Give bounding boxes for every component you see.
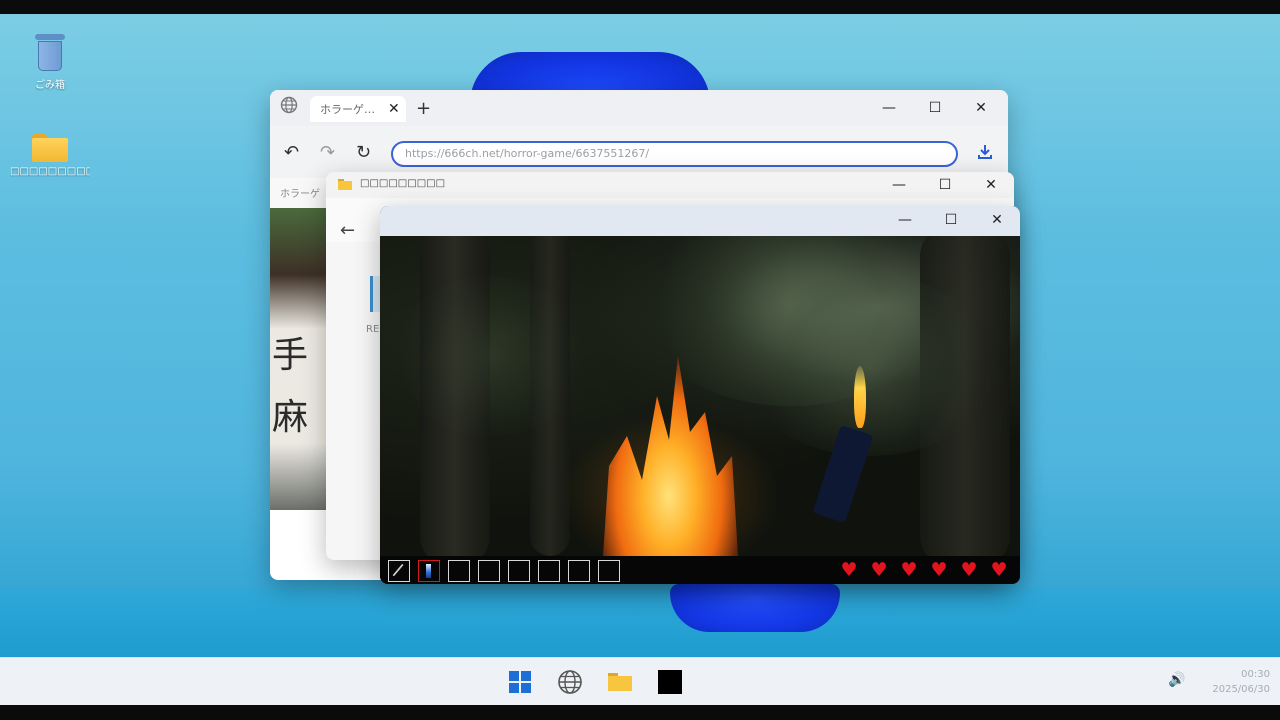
maximize-button[interactable]: ☐ xyxy=(922,172,968,199)
foliage xyxy=(740,276,1000,456)
game-hud: ♥ ♥ ♥ ♥ ♥ ♥ xyxy=(380,556,1020,584)
file-label: RE xyxy=(366,324,379,335)
folder-icon xyxy=(338,179,352,190)
heart-icon: ♥ xyxy=(834,559,864,581)
desktop-icon-folder[interactable]: □□□□□□□□□ xyxy=(10,128,90,177)
browser-titlebar[interactable]: ホラーゲ… ✕ + — ☐ ✕ xyxy=(270,90,1008,126)
clock-date: 2025/06/30 xyxy=(1212,682,1270,697)
hotbar-slot-8[interactable] xyxy=(598,560,620,582)
close-button[interactable]: ✕ xyxy=(974,206,1020,234)
maximize-button[interactable]: ☐ xyxy=(928,206,974,234)
game-titlebar[interactable]: — ☐ ✕ xyxy=(380,206,1020,236)
volume-icon[interactable]: 🔊 xyxy=(1168,672,1185,688)
maximize-button[interactable]: ☐ xyxy=(912,94,958,122)
globe-icon xyxy=(557,669,583,695)
desktop-icon-label: □□□□□□□□□ xyxy=(10,166,90,177)
lighter-flame xyxy=(854,366,866,428)
globe-icon xyxy=(280,96,298,114)
system-clock[interactable]: 00:30 2025/06/30 xyxy=(1212,667,1270,697)
clock-time: 00:30 xyxy=(1212,667,1270,682)
hotbar-slot-6[interactable] xyxy=(538,560,560,582)
hotbar-slot-4[interactable] xyxy=(478,560,500,582)
reload-button[interactable]: ↻ xyxy=(356,142,371,163)
page-kanji: 麻 xyxy=(272,388,308,440)
start-icon xyxy=(509,671,531,693)
heart-icon: ♥ xyxy=(954,559,984,581)
hotbar-slot-1[interactable] xyxy=(388,560,410,582)
heart-icon: ♥ xyxy=(924,559,954,581)
back-button[interactable]: ↶ xyxy=(284,142,299,163)
hotbar-slot-7[interactable] xyxy=(568,560,590,582)
letterbox-top xyxy=(0,0,1280,14)
minimize-button[interactable]: — xyxy=(866,94,912,122)
page-kanji: 手 xyxy=(272,326,308,378)
download-icon[interactable] xyxy=(975,142,995,162)
heart-icon: ♥ xyxy=(984,559,1014,581)
wallpaper-floor xyxy=(0,589,1280,657)
heart-icon: ♥ xyxy=(894,559,924,581)
hotbar-slot-5[interactable] xyxy=(508,560,530,582)
close-button[interactable]: ✕ xyxy=(968,172,1014,199)
close-button[interactable]: ✕ xyxy=(958,94,1004,122)
back-button[interactable]: ← xyxy=(340,220,355,241)
desktop-icon-trash[interactable]: ごみ箱 xyxy=(10,32,90,91)
forward-button[interactable]: ↷ xyxy=(320,142,335,163)
page-thumbnail-image: 手 麻 xyxy=(270,208,328,510)
lighter-icon xyxy=(426,564,431,578)
game-icon xyxy=(658,670,682,694)
taskbar: 🔊 00:30 2025/06/30 xyxy=(0,657,1280,705)
browser-navbar: ↶ ↷ ↻ https://666ch.net/horror-game/6637… xyxy=(270,126,1008,178)
health-bar: ♥ ♥ ♥ ♥ ♥ ♥ xyxy=(834,559,1014,581)
browser-tab[interactable]: ホラーゲ… ✕ xyxy=(310,96,406,122)
start-button[interactable] xyxy=(500,665,540,699)
hotbar-slot-2[interactable] xyxy=(418,560,440,582)
folder-icon xyxy=(32,134,68,162)
heart-icon: ♥ xyxy=(864,559,894,581)
trash-icon xyxy=(33,32,67,72)
knife-icon xyxy=(389,561,408,580)
minimize-button[interactable]: — xyxy=(882,206,928,234)
game-viewport[interactable] xyxy=(380,236,1020,556)
letterbox-bottom xyxy=(0,705,1280,720)
folder-icon xyxy=(608,673,632,691)
tab-close-icon[interactable]: ✕ xyxy=(388,101,400,117)
taskbar-browser[interactable] xyxy=(550,665,590,699)
tab-title: ホラーゲ… xyxy=(320,101,384,117)
explorer-titlebar[interactable]: □□□□□□□□□ — ☐ ✕ xyxy=(326,172,1014,198)
bookmark-item[interactable]: ホラーゲ xyxy=(280,185,320,200)
hotbar-slot-3[interactable] xyxy=(448,560,470,582)
new-tab-button[interactable]: + xyxy=(416,98,431,119)
explorer-title: □□□□□□□□□ xyxy=(360,178,445,189)
address-bar[interactable]: https://666ch.net/horror-game/6637551267… xyxy=(391,141,958,167)
wallpaper-blob-bottom xyxy=(670,584,840,632)
foliage xyxy=(390,276,590,436)
taskbar-file-explorer[interactable] xyxy=(600,665,640,699)
taskbar-game[interactable] xyxy=(650,665,690,699)
game-window: — ☐ ✕ ♥ ♥ ♥ xyxy=(380,206,1020,584)
desktop-icon-label: ごみ箱 xyxy=(10,76,90,91)
minimize-button[interactable]: — xyxy=(876,172,922,199)
